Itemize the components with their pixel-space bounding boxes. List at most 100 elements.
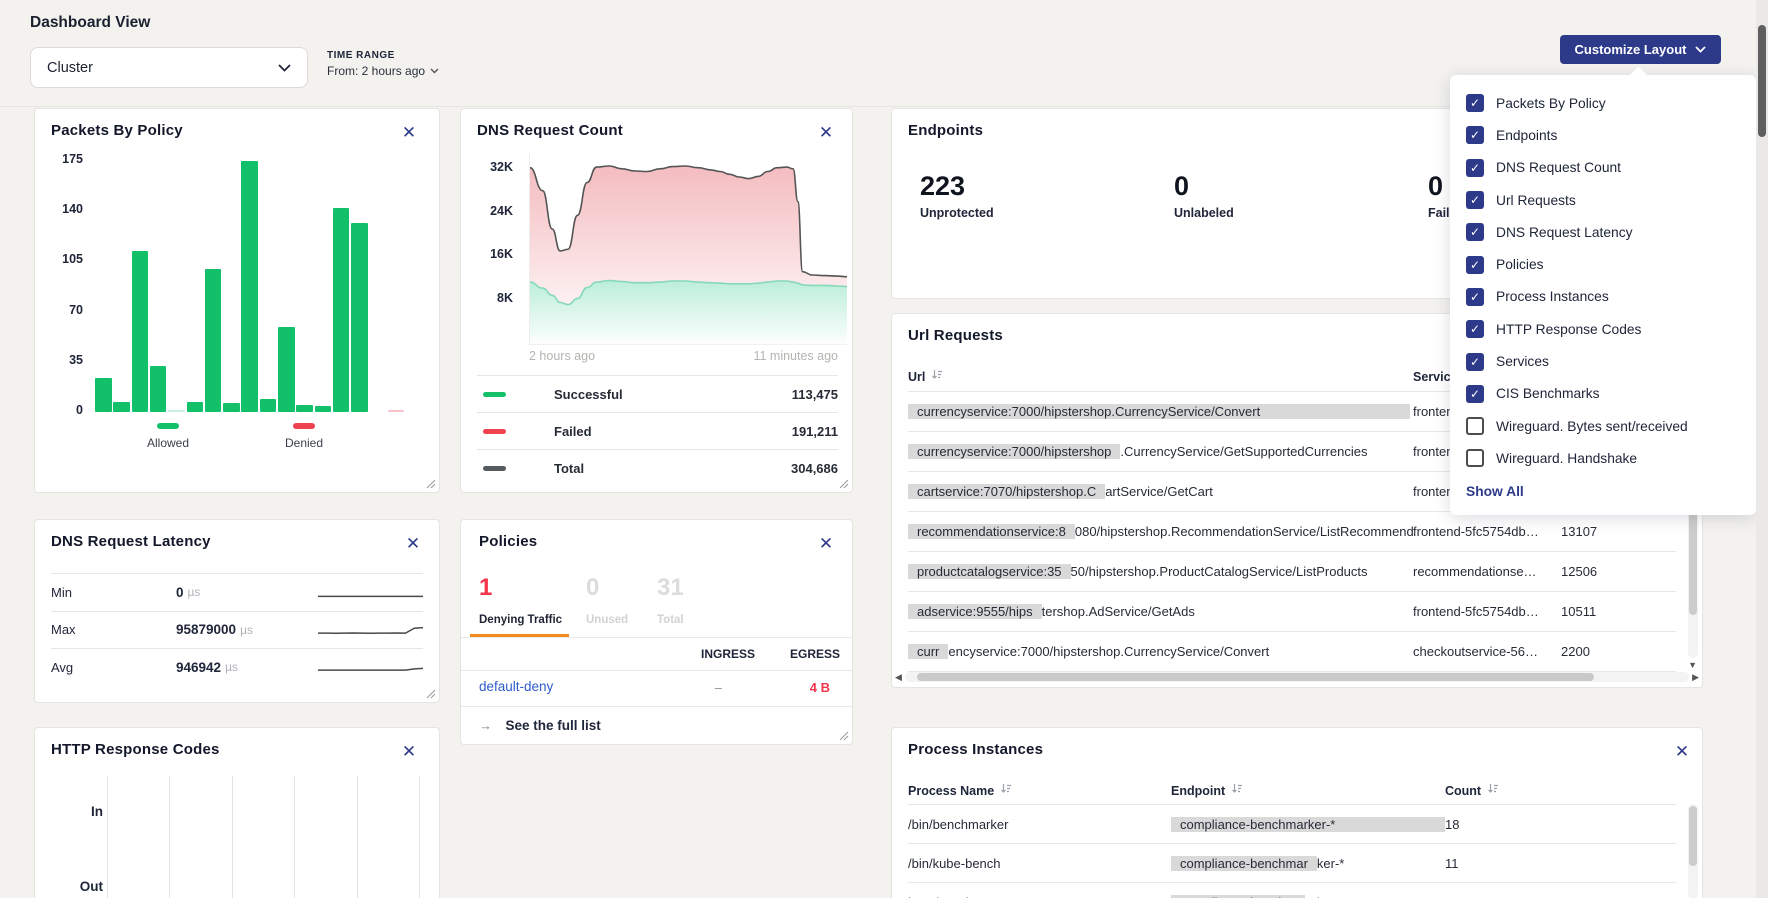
card-title: Endpoints xyxy=(908,122,983,139)
sort-icon xyxy=(931,369,943,381)
menu-item-wireguard-bytes[interactable]: Wireguard. Bytes sent/received xyxy=(1466,410,1756,442)
checkbox-checked-icon[interactable]: ✓ xyxy=(1466,191,1484,209)
checkbox-checked-icon[interactable]: ✓ xyxy=(1466,159,1484,177)
bar-allowed xyxy=(150,366,167,412)
checkbox-unchecked-icon[interactable] xyxy=(1466,449,1484,467)
card-title: Packets By Policy xyxy=(51,122,183,139)
column-header-endpoint[interactable]: Endpoint xyxy=(1171,783,1445,798)
resize-handle[interactable] xyxy=(426,479,436,489)
menu-item-url-requests[interactable]: ✓Url Requests xyxy=(1466,184,1756,216)
latency-row-min: Min 0 µs xyxy=(51,573,423,611)
show-all-link[interactable]: Show All xyxy=(1466,484,1756,499)
menu-item-wireguard-handshake[interactable]: Wireguard. Handshake xyxy=(1466,442,1756,474)
card-title: Url Requests xyxy=(908,327,1003,344)
table-row[interactable]: /bin/kube-bench compliance-benchmarker-*… xyxy=(908,843,1676,882)
menu-item-services[interactable]: ✓Services xyxy=(1466,345,1756,377)
bar-allowed xyxy=(260,399,277,412)
menu-item-policies[interactable]: ✓Policies xyxy=(1466,248,1756,280)
close-icon[interactable]: ✕ xyxy=(399,123,419,143)
checkbox-checked-icon[interactable]: ✓ xyxy=(1466,353,1484,371)
scroll-right-arrow[interactable]: ▶ xyxy=(1692,672,1699,682)
resize-handle[interactable] xyxy=(839,731,849,741)
see-full-list-link[interactable]: → See the full list xyxy=(479,717,601,735)
page-scrollbar[interactable] xyxy=(1756,0,1768,898)
latency-table: Min 0 µs Max 95879000 µs Avg 946942 µs xyxy=(51,573,423,686)
row-label-out: Out xyxy=(71,879,103,894)
tab-unused-count: 0 xyxy=(586,574,599,602)
table-row[interactable]: currencyservice:7000/hipstershop.Currenc… xyxy=(908,631,1676,671)
table-row[interactable]: /bin/benchmarker compliance-benchmarker-… xyxy=(908,804,1676,843)
scroll-down-arrow[interactable]: ▼ xyxy=(1688,660,1697,670)
resize-handle[interactable] xyxy=(839,479,849,489)
bar-allowed xyxy=(296,405,313,412)
scrollbar-thumb[interactable] xyxy=(1758,25,1766,137)
policy-link[interactable]: default-deny xyxy=(479,679,553,694)
ingress-value: – xyxy=(715,680,722,695)
checkbox-checked-icon[interactable]: ✓ xyxy=(1466,223,1484,241)
customize-layout-menu: ✓Packets By Policy ✓Endpoints ✓DNS Reque… xyxy=(1450,75,1756,515)
bar-allowed xyxy=(278,327,295,412)
bar-allowed xyxy=(223,403,240,412)
horizontal-scrollbar[interactable]: ◀ ▶ xyxy=(895,671,1699,683)
card-title: Process Instances xyxy=(908,741,1043,758)
card-process-instances: Process Instances ✕ Process Name Endpoin… xyxy=(891,727,1703,898)
table-row[interactable]: recommendationservice:8080/hipstershop.R… xyxy=(908,511,1676,551)
view-select[interactable]: Cluster xyxy=(30,47,308,88)
bar-allowed xyxy=(205,269,222,412)
process-instances-table: Process Name Endpoint Count /bin/benchma… xyxy=(908,776,1676,898)
bar-allowed xyxy=(95,378,112,412)
dashboard-page: Dashboard View Cluster TIME RANGE From: … xyxy=(0,0,1768,898)
resize-handle[interactable] xyxy=(426,689,436,699)
close-icon[interactable]: ✕ xyxy=(1672,742,1692,762)
menu-item-packets-by-policy[interactable]: ✓Packets By Policy xyxy=(1466,87,1756,119)
y-tick: 0 xyxy=(35,403,83,417)
time-range: TIME RANGE From: 2 hours ago xyxy=(327,50,439,78)
card-title: DNS Request Latency xyxy=(51,533,211,550)
checkbox-checked-icon[interactable]: ✓ xyxy=(1466,385,1484,403)
chart-legend: Successful 113,475 Failed 191,211 Total … xyxy=(477,375,838,486)
bar-denied xyxy=(388,410,405,412)
latency-row-avg: Avg 946942 µs xyxy=(51,648,423,686)
latency-row-max: Max 95879000 µs xyxy=(51,611,423,649)
customize-layout-button[interactable]: Customize Layout xyxy=(1560,35,1721,64)
gridline xyxy=(294,776,295,898)
card-title: Policies xyxy=(479,533,537,550)
total-swatch xyxy=(483,466,506,471)
checkbox-unchecked-icon[interactable] xyxy=(1466,417,1484,435)
bar-allowed xyxy=(168,410,185,412)
time-range-value[interactable]: From: 2 hours ago xyxy=(327,64,439,78)
bar-allowed xyxy=(187,402,204,412)
checkbox-checked-icon[interactable]: ✓ xyxy=(1466,320,1484,338)
menu-item-endpoints[interactable]: ✓Endpoints xyxy=(1466,119,1756,151)
sort-icon xyxy=(1487,783,1499,795)
close-icon[interactable]: ✕ xyxy=(816,123,836,143)
checkbox-checked-icon[interactable]: ✓ xyxy=(1466,288,1484,306)
tab-denying-traffic[interactable]: Denying Traffic xyxy=(479,614,562,626)
column-header-count[interactable]: Count xyxy=(1445,783,1676,798)
tab-total[interactable]: Total xyxy=(657,614,684,626)
scroll-left-arrow[interactable]: ◀ xyxy=(895,672,902,682)
menu-item-cis-benchmarks[interactable]: ✓CIS Benchmarks xyxy=(1466,378,1756,410)
checkbox-checked-icon[interactable]: ✓ xyxy=(1466,94,1484,112)
card-dns-request-count: DNS Request Count ✕ 32K24K16K8K 2 hours … xyxy=(460,108,853,493)
column-header-process-name[interactable]: Process Name xyxy=(908,783,1171,798)
tab-total-count: 31 xyxy=(657,574,684,602)
close-icon[interactable]: ✕ xyxy=(816,534,836,554)
checkbox-checked-icon[interactable]: ✓ xyxy=(1466,256,1484,274)
menu-item-process-instances[interactable]: ✓Process Instances xyxy=(1466,281,1756,313)
tab-unused[interactable]: Unused xyxy=(586,614,628,626)
gridline xyxy=(107,776,108,898)
close-icon[interactable]: ✕ xyxy=(403,534,423,554)
menu-item-dns-request-count[interactable]: ✓DNS Request Count xyxy=(1466,152,1756,184)
bar-allowed xyxy=(113,402,130,412)
menu-item-dns-request-latency[interactable]: ✓DNS Request Latency xyxy=(1466,216,1756,248)
checkbox-checked-icon[interactable]: ✓ xyxy=(1466,126,1484,144)
table-row[interactable]: productcatalogservice:3550/hipstershop.P… xyxy=(908,551,1676,591)
table-row[interactable]: adservice:9555/hipstershop.AdService/Get… xyxy=(908,591,1676,631)
menu-item-http-response-codes[interactable]: ✓HTTP Response Codes xyxy=(1466,313,1756,345)
legend-denied: Denied xyxy=(261,423,347,450)
table-row[interactable]: benchmarker compliance-benchmarker-* 9 xyxy=(908,882,1676,898)
vertical-scrollbar[interactable] xyxy=(1688,804,1698,898)
column-header-url[interactable]: Url xyxy=(908,369,1413,384)
y-tick: 175 xyxy=(35,152,83,166)
